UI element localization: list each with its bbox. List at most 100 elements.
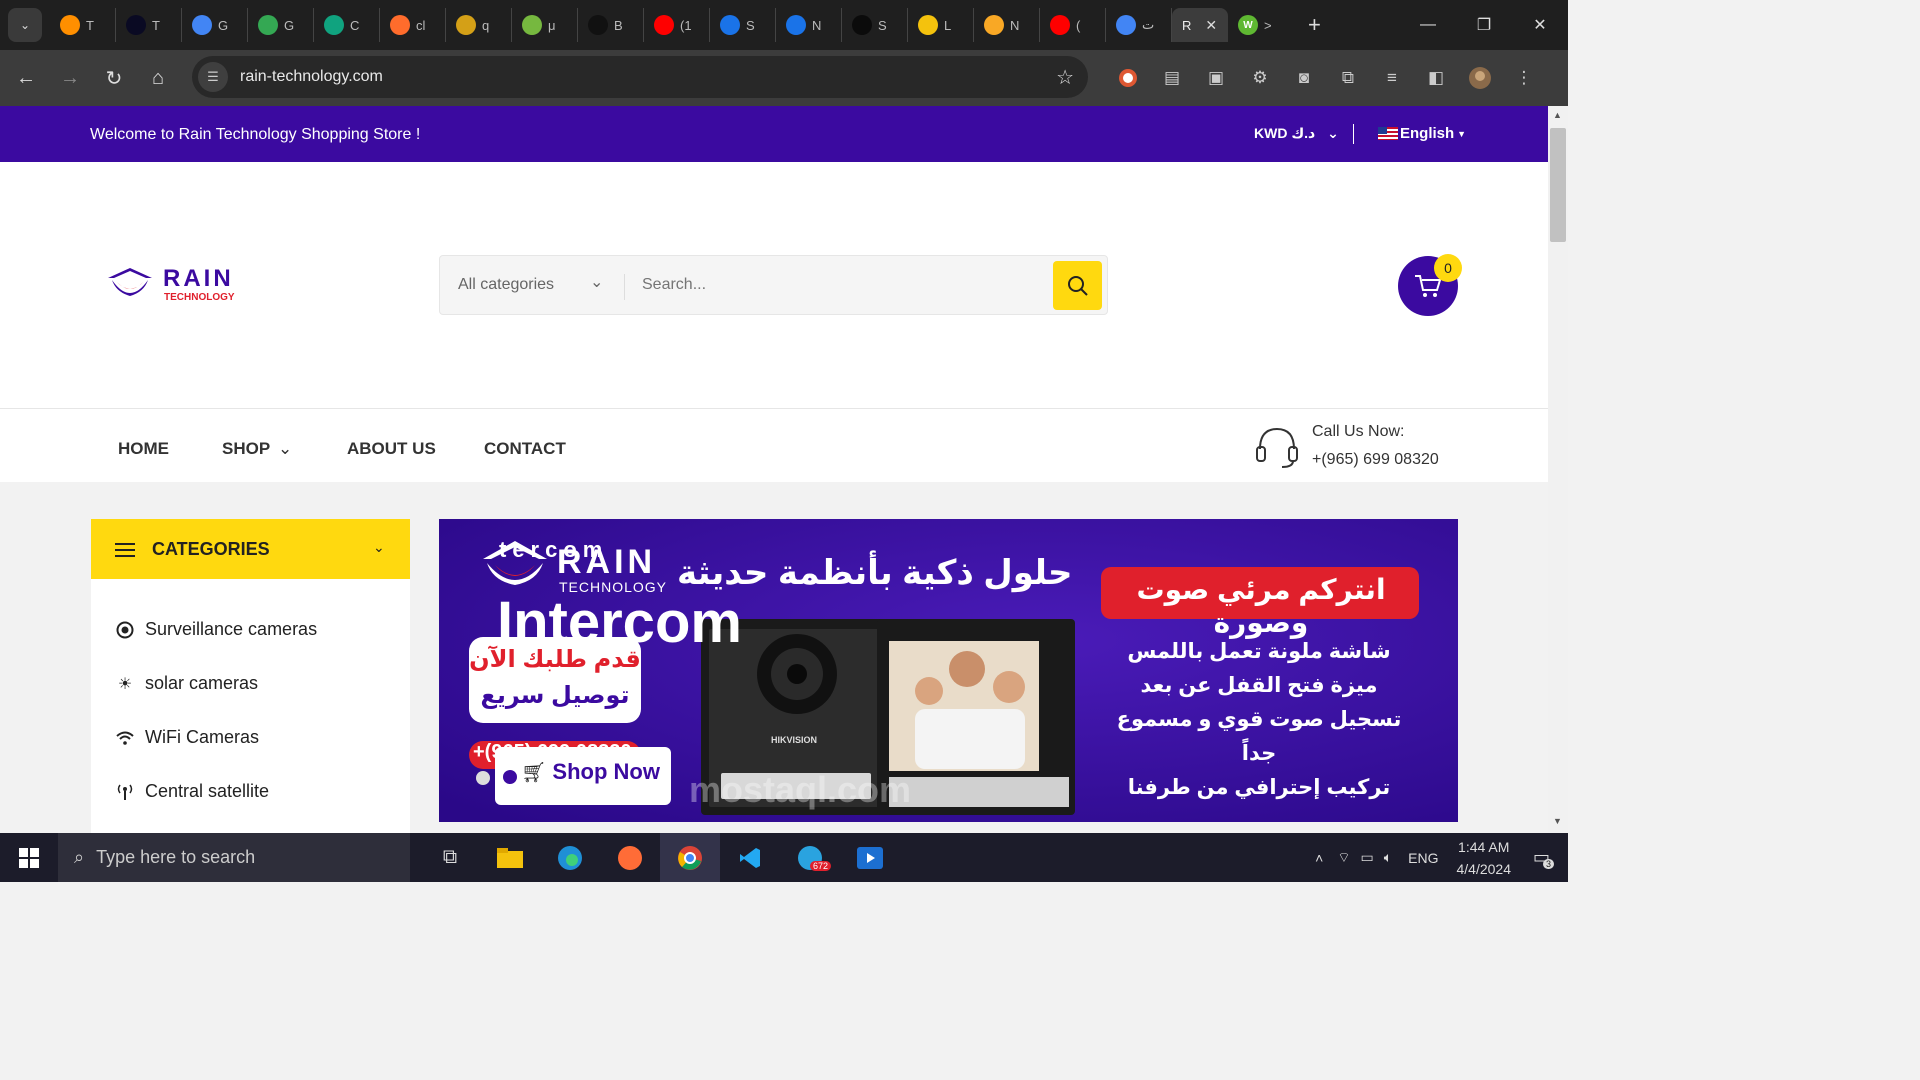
category-item[interactable]: ☀ solar cameras (115, 673, 258, 694)
w-icon: W (1238, 15, 1258, 35)
extension-icon[interactable]: ▣ (1194, 58, 1238, 98)
browser-tab[interactable]: cl (380, 8, 446, 42)
site-logo[interactable]: RAIN TECHNOLOGY (106, 266, 236, 306)
browser-tab[interactable]: N (974, 8, 1040, 42)
call-label: Call Us Now: (1312, 423, 1404, 441)
new-tab-button[interactable]: + (1308, 12, 1321, 38)
browser-tab[interactable]: ( (1040, 8, 1106, 42)
windows-taskbar: ⌕ Type here to search ⧉ 672 ˄ ⌔ ▭ 🔈︎ ENG… (0, 833, 1568, 882)
nav-shop[interactable]: SHOP (222, 439, 270, 459)
browser-tab[interactable]: (1 (644, 8, 710, 42)
postman-icon[interactable] (600, 833, 660, 882)
banner-order-line1: قدم طلبك الآن (469, 645, 641, 674)
chevron-down-icon[interactable]: ⌄ (590, 272, 603, 292)
network-icon[interactable]: ⌔ (1337, 849, 1350, 867)
gear-icon[interactable]: ⚙ (1238, 58, 1282, 98)
puzzle-icon[interactable]: ⧉ (1326, 58, 1370, 98)
tab-search-chevron-icon[interactable]: ⌄ (8, 8, 42, 42)
vscode-icon[interactable] (720, 833, 780, 882)
us-flag-icon (1378, 127, 1398, 140)
brand-icon (588, 15, 608, 35)
main-navigation: HOME SHOP ⌄ ABOUT US CONTACT Call Us Now… (0, 408, 1548, 482)
site-info-icon[interactable]: ☰ (198, 62, 228, 92)
category-item[interactable]: Central satellite (115, 781, 269, 802)
call-number[interactable]: +(965) 699 08320 (1312, 451, 1439, 469)
close-icon[interactable]: ✕ (1205, 17, 1217, 34)
forward-icon[interactable]: → (48, 58, 92, 98)
file-explorer-icon[interactable] (480, 833, 540, 882)
browser-tab[interactable]: q (446, 8, 512, 42)
windows-start-icon[interactable] (0, 833, 58, 882)
browser-tab[interactable]: L (908, 8, 974, 42)
cart-count-badge: 0 (1434, 254, 1462, 282)
scrollbar-thumb[interactable] (1550, 128, 1566, 242)
task-view-icon[interactable]: ⧉ (420, 833, 480, 882)
topbar-divider (1353, 124, 1354, 144)
currency-selector[interactable]: KWD د.ك ⌄ (1254, 125, 1339, 142)
reload-icon[interactable]: ↻ (92, 58, 136, 98)
tab-extra[interactable]: W > (1228, 8, 1294, 42)
browser-tab[interactable]: μ (512, 8, 578, 42)
minimize-icon[interactable]: — (1400, 0, 1456, 50)
tab-label: (1 (680, 18, 692, 33)
browser-tab[interactable]: G (182, 8, 248, 42)
restore-icon[interactable]: ❐ (1456, 0, 1512, 50)
tab-active[interactable]: R ✕ (1172, 8, 1228, 42)
search-button[interactable] (1053, 261, 1102, 310)
chevron-down-icon[interactable]: ⌄ (278, 439, 292, 459)
media-player-icon[interactable] (840, 833, 900, 882)
browser-tab[interactable]: B (578, 8, 644, 42)
nav-about-us[interactable]: ABOUT US (347, 439, 436, 459)
language-indicator[interactable]: ENG (1408, 850, 1438, 866)
volume-icon[interactable]: 🔈︎ (1384, 849, 1392, 866)
nav-home[interactable]: HOME (118, 439, 169, 459)
browser-tab[interactable]: C (314, 8, 380, 42)
extension-k-icon[interactable]: ◙ (1282, 58, 1326, 98)
language-selector[interactable]: English▼ (1378, 125, 1466, 142)
translate-ext-icon[interactable]: ▤ (1150, 58, 1194, 98)
avatar[interactable] (1458, 58, 1502, 98)
category-select[interactable]: All categories (458, 276, 554, 294)
category-item[interactable]: WiFi Cameras (115, 727, 259, 748)
page-scrollbar[interactable]: ▲ ▼ (1548, 106, 1568, 833)
categories-header[interactable]: CATEGORIES ⌄ (91, 519, 410, 579)
side-panel-icon[interactable]: ◧ (1414, 58, 1458, 98)
close-window-icon[interactable]: ✕ (1512, 0, 1568, 50)
duckduckgo-icon[interactable] (1106, 58, 1150, 98)
hero-banner[interactable]: tercom RAIN TECHNOLOGY Intercom حلول ذكي… (439, 519, 1458, 822)
browser-tab[interactable]: T (116, 8, 182, 42)
clock[interactable]: 1:44 AM 4/4/2024 (1456, 836, 1511, 880)
chevron-up-icon[interactable]: ˄ (1315, 850, 1323, 866)
url-text[interactable]: rain-technology.com (240, 68, 383, 86)
shop-now-button[interactable]: 🛒︎ Shop Now (521, 759, 660, 785)
address-bar[interactable]: ☰ rain-technology.com ☆ (192, 56, 1088, 98)
search-input[interactable] (642, 276, 1042, 294)
nav-contact[interactable]: CONTACT (484, 439, 566, 459)
back-icon[interactable]: ← (4, 58, 48, 98)
chrome-icon[interactable] (660, 833, 720, 882)
browser-tab[interactable]: T (50, 8, 116, 42)
shop-now-label: Shop Now (552, 759, 660, 785)
browser-tab[interactable]: ت (1106, 8, 1172, 42)
home-icon[interactable]: ⌂ (136, 58, 180, 98)
edge-icon[interactable] (540, 833, 600, 882)
browser-tab[interactable]: N (776, 8, 842, 42)
category-label: Surveillance cameras (145, 619, 317, 640)
reading-list-icon[interactable]: ≡ (1370, 58, 1414, 98)
bookmark-star-icon[interactable]: ☆ (1056, 65, 1074, 90)
battery-icon[interactable]: ▭ (1361, 849, 1374, 866)
currency-label: KWD د.ك (1254, 125, 1315, 141)
browser-tab[interactable]: S (842, 8, 908, 42)
tab-label: G (218, 18, 228, 33)
banner-feature: ميزة فتح القفل عن بعد (1099, 669, 1419, 703)
browser-tab[interactable]: S (710, 8, 776, 42)
scroll-down-icon[interactable]: ▼ (1553, 816, 1562, 826)
taskbar-search[interactable]: ⌕ Type here to search (58, 833, 410, 882)
notification-icon[interactable]: ▭3 (1533, 847, 1550, 868)
scroll-up-icon[interactable]: ▲ (1553, 110, 1562, 120)
telegram-icon[interactable]: 672 (780, 833, 840, 882)
category-item[interactable]: Surveillance cameras (115, 619, 317, 640)
menu-kebab-icon[interactable]: ⋮ (1502, 58, 1546, 98)
clock-date: 4/4/2024 (1456, 858, 1511, 880)
browser-tab[interactable]: G (248, 8, 314, 42)
